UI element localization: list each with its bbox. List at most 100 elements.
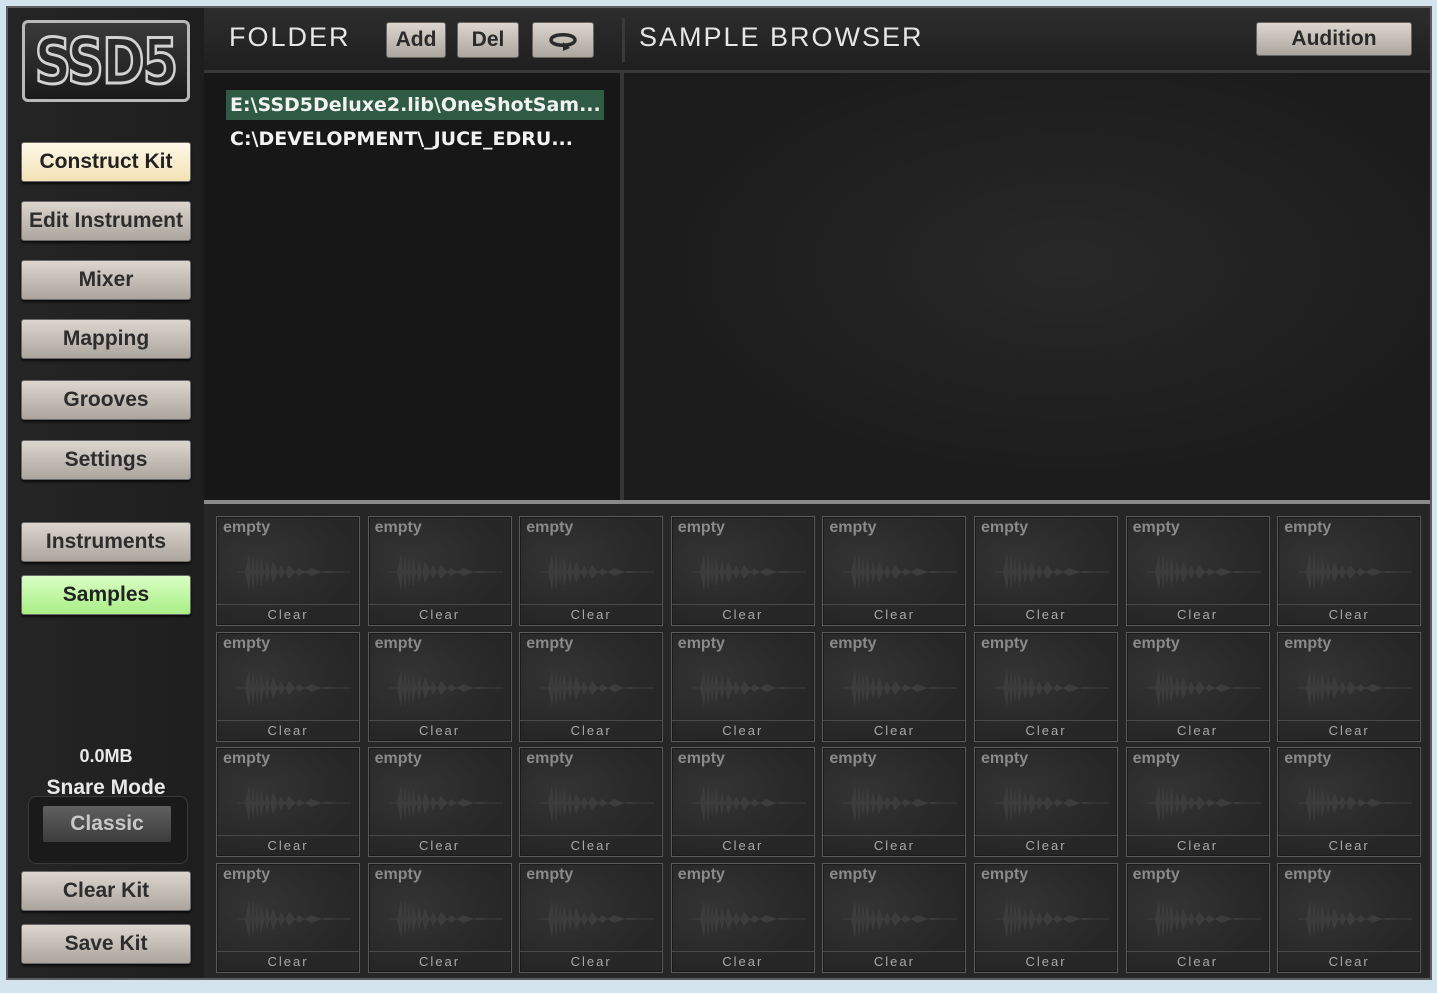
pad-clear-button[interactable]: Clear [520,835,663,856]
pad-clear-button[interactable]: Clear [368,604,511,625]
audition-button[interactable]: Audition [1256,22,1412,56]
sample-pad[interactable]: empty Clear [367,631,512,742]
samples-button[interactable]: Samples [21,575,191,615]
folder-label: FOLDER [229,22,351,52]
pad-clear-button[interactable]: Clear [1278,951,1421,972]
sample-pad[interactable]: empty Clear [822,747,967,858]
mapping-button[interactable]: Mapping [21,319,191,359]
sample-pad[interactable]: empty Clear [367,863,512,974]
sample-pad[interactable]: empty Clear [519,516,664,626]
waveform-placeholder-icon [388,668,503,707]
sample-pad[interactable]: empty Clear [1125,863,1270,974]
waveform-placeholder-icon [540,553,655,591]
sample-pad[interactable]: empty Clear [519,747,664,858]
sample-pad[interactable]: empty Clear [822,631,967,742]
pad-clear-button[interactable]: Clear [671,719,814,741]
folder-item-selected[interactable]: E:\SSD5Deluxe2.lib\OneShotSam... [226,90,604,120]
refresh-button[interactable] [532,22,594,58]
pad-clear-button[interactable]: Clear [975,951,1117,972]
pad-clear-button[interactable]: Clear [671,835,814,856]
sample-pad[interactable]: empty Clear [974,516,1118,626]
pad-clear-button[interactable]: Clear [671,604,814,625]
pad-clear-button[interactable]: Clear [217,719,359,741]
pad-empty-label: empty [677,634,725,652]
pad-clear-button[interactable]: Clear [217,835,359,856]
pad-clear-button[interactable]: Clear [520,604,663,625]
waveform-placeholder-icon [843,784,958,823]
waveform-placeholder-icon [1146,553,1261,591]
sample-pad[interactable]: empty Clear [1125,631,1270,742]
sample-pad[interactable]: empty Clear [670,863,815,974]
folder-item[interactable]: C:\DEVELOPMENT\_JUCE_EDRU... [226,124,604,154]
sample-pad[interactable]: empty Clear [519,863,664,974]
delete-folder-button[interactable]: Del [457,22,519,58]
pad-clear-button[interactable]: Clear [368,719,511,741]
pad-clear-button[interactable]: Clear [1126,835,1269,856]
clear-kit-button[interactable]: Clear Kit [21,871,191,911]
sample-pad[interactable]: empty Clear [1125,516,1270,626]
pad-clear-button[interactable]: Clear [671,951,814,972]
sample-pad[interactable]: empty Clear [822,863,967,974]
pad-empty-label: empty [981,750,1029,768]
pad-clear-button[interactable]: Clear [975,604,1117,625]
pad-clear-button[interactable]: Clear [1126,951,1269,972]
sample-pad[interactable]: empty Clear [1277,516,1422,626]
grooves-button[interactable]: Grooves [21,380,191,420]
sample-pad[interactable]: empty Clear [974,863,1118,974]
sample-pad[interactable]: empty Clear [367,747,512,858]
pad-clear-button[interactable]: Clear [520,951,663,972]
pad-clear-button[interactable]: Clear [1126,719,1269,741]
waveform-placeholder-icon [237,784,351,823]
pad-clear-button[interactable]: Clear [823,835,966,856]
pad-empty-label: empty [829,634,877,652]
pad-clear-button[interactable]: Clear [823,719,966,741]
pad-clear-button[interactable]: Clear [1126,604,1269,625]
sample-pad[interactable]: empty Clear [974,631,1118,742]
topbar-divider [622,18,625,62]
sample-browser-list[interactable] [624,73,1430,500]
sample-pad[interactable]: empty Clear [670,516,815,626]
sample-pad[interactable]: empty Clear [1277,631,1422,742]
edit-instrument-button[interactable]: Edit Instrument [21,201,191,241]
sample-pad[interactable]: empty Clear [1125,747,1270,858]
pad-clear-button[interactable]: Clear [217,951,359,972]
pad-clear-button[interactable]: Clear [975,719,1117,741]
save-kit-button[interactable]: Save Kit [21,924,191,964]
sample-pad[interactable]: empty Clear [367,516,512,626]
pad-empty-label: empty [829,750,877,768]
pad-clear-button[interactable]: Clear [1278,719,1421,741]
pad-clear-button[interactable]: Clear [1278,835,1421,856]
pad-empty-label: empty [526,519,574,536]
waveform-placeholder-icon [843,900,958,939]
pad-clear-button[interactable]: Clear [368,835,511,856]
instruments-button[interactable]: Instruments [21,522,191,562]
sample-pad[interactable]: empty Clear [974,747,1118,858]
construct-kit-button[interactable]: Construct Kit [21,142,191,182]
sample-pad[interactable]: empty Clear [519,631,664,742]
pad-clear-button[interactable]: Clear [368,951,511,972]
sample-pad[interactable]: empty Clear [1277,863,1422,974]
sample-pad[interactable]: empty Clear [216,863,360,974]
waveform-placeholder-icon [540,900,655,939]
pad-clear-button[interactable]: Clear [1278,604,1421,625]
sample-pad[interactable]: empty Clear [216,631,360,742]
add-folder-button[interactable]: Add [386,22,446,58]
pad-empty-label: empty [1132,519,1180,536]
pad-clear-button[interactable]: Clear [823,604,966,625]
pad-clear-button[interactable]: Clear [975,835,1117,856]
sample-pad[interactable]: empty Clear [216,516,360,626]
snare-mode-classic-button[interactable]: Classic [42,805,172,843]
sample-pad[interactable]: empty Clear [1277,747,1422,858]
sample-pad[interactable]: empty Clear [216,747,360,858]
pad-clear-button[interactable]: Clear [217,604,359,625]
mixer-button[interactable]: Mixer [21,260,191,300]
sample-pad[interactable]: empty Clear [670,631,815,742]
waveform-placeholder-icon [691,553,806,591]
sample-pad[interactable]: empty Clear [670,747,815,858]
waveform-placeholder-icon [1298,900,1413,939]
sample-pad[interactable]: empty Clear [822,516,967,626]
settings-button[interactable]: Settings [21,440,191,480]
pad-clear-button[interactable]: Clear [823,951,966,972]
pad-clear-button[interactable]: Clear [520,719,663,741]
folder-list[interactable]: E:\SSD5Deluxe2.lib\OneShotSam... C:\DEVE… [204,73,620,500]
